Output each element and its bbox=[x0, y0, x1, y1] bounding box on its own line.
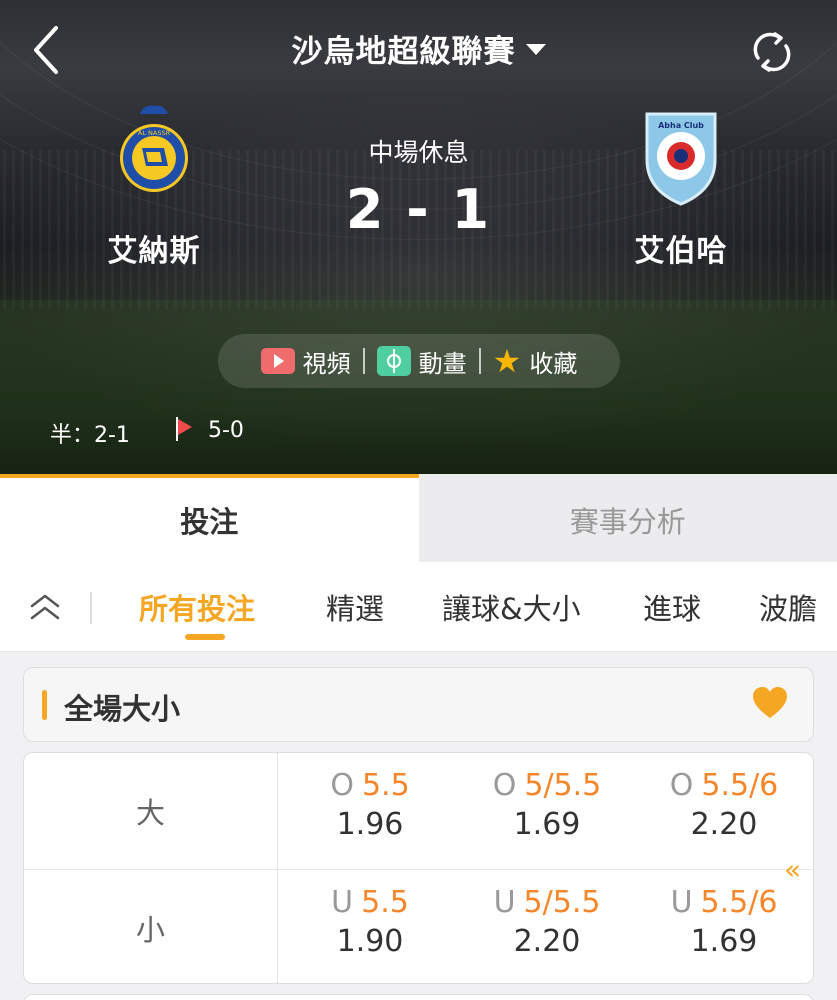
odds-price: 1.69 bbox=[690, 924, 758, 959]
tab-all-bets[interactable]: 所有投注 bbox=[139, 586, 255, 628]
half-time-score: 半：2-1 bbox=[50, 423, 130, 448]
odds-prefix: O bbox=[330, 768, 354, 803]
tab-featured[interactable]: 精選 bbox=[326, 586, 384, 628]
main-tabs: 投注 賽事分析 bbox=[0, 474, 837, 562]
odds-prefix: O bbox=[492, 768, 517, 803]
odds-table: 大 O 5.5 1.96 O 5/5.5 1.69 O 5.5/6 2.20 小 U5… bbox=[23, 752, 814, 984]
corner-flag-icon bbox=[174, 417, 196, 443]
odds-row-under: 小 U 5.5 1.90 U 5/5.5 2.20 U 5.5/6 1.69 bbox=[24, 869, 813, 983]
odds-cell[interactable]: U 5.5/6 1.69 bbox=[635, 884, 813, 962]
video-label: 視頻 bbox=[302, 349, 351, 378]
animation-icon bbox=[376, 346, 411, 376]
odds-cell[interactable]: U 5.5 1.90 bbox=[281, 884, 459, 962]
scroll-right-hint[interactable]: « bbox=[784, 853, 801, 886]
match-score: 2 - 1 bbox=[345, 178, 492, 241]
market-header[interactable]: 全場大小 bbox=[23, 667, 814, 742]
odds-line: 5/5.5 bbox=[523, 885, 601, 920]
favorite-label: 收藏 bbox=[529, 349, 578, 378]
odds-prefix: O bbox=[669, 768, 694, 803]
row-label-under: 小 bbox=[24, 870, 278, 983]
video-button[interactable]: 視頻 bbox=[251, 344, 361, 379]
collapse-button[interactable] bbox=[28, 592, 62, 622]
corner-count-value: 5-0 bbox=[208, 417, 244, 443]
bet-category-tabs: 所有投注 精選 讓球&大小 進球 波膽 bbox=[0, 562, 837, 652]
tab-match-analysis[interactable]: 賽事分析 bbox=[418, 474, 837, 562]
refresh-icon bbox=[753, 32, 791, 72]
animation-label: 動畫 bbox=[418, 349, 467, 378]
odds-line: 5.5 bbox=[361, 885, 409, 920]
odds-price: 1.96 bbox=[336, 807, 404, 842]
tab-betting[interactable]: 投注 bbox=[0, 474, 419, 562]
odds-line: 5.5 bbox=[361, 768, 410, 803]
accent-bar bbox=[42, 690, 47, 720]
dropdown-caret-icon bbox=[525, 44, 546, 55]
market-title: 全場大小 bbox=[64, 692, 181, 726]
odds-prefix: U bbox=[670, 885, 693, 920]
odds-line: 5.5/6 bbox=[700, 885, 778, 920]
refresh-button[interactable] bbox=[748, 28, 796, 76]
star-icon: ★ bbox=[492, 342, 522, 380]
league-title: 沙烏地超級聯賽 bbox=[291, 34, 516, 70]
odds-line: 5/5.5 bbox=[524, 768, 602, 803]
video-icon bbox=[260, 348, 295, 374]
active-tab-indicator bbox=[185, 634, 225, 640]
divider bbox=[362, 348, 365, 374]
odds-line: 5.5/6 bbox=[701, 768, 779, 803]
odds-cell[interactable]: O 5.5/6 2.20 bbox=[635, 767, 813, 845]
favorite-button[interactable]: ★ 收藏 bbox=[483, 344, 588, 379]
animation-button[interactable]: 動畫 bbox=[367, 344, 477, 379]
odds-prefix: U bbox=[331, 885, 354, 920]
row-label-over: 大 bbox=[24, 753, 278, 869]
odds-price: 2.20 bbox=[513, 924, 581, 959]
collapse-up-icon bbox=[30, 594, 60, 620]
heart-icon[interactable] bbox=[752, 686, 788, 720]
odds-cell[interactable]: O 5/5.5 1.69 bbox=[458, 767, 636, 845]
match-header: 沙烏地超級聯賽 AL NASSR 艾納斯 Abha Club 艾伯哈 中場休息 … bbox=[0, 0, 837, 474]
odds-price: 2.20 bbox=[690, 807, 758, 842]
odds-price: 1.69 bbox=[513, 807, 581, 842]
svg-text:Abha Club: Abha Club bbox=[658, 121, 704, 130]
divider bbox=[478, 348, 481, 374]
odds-row-over: 大 O 5.5 1.96 O 5/5.5 1.69 O 5.5/6 2.20 bbox=[24, 753, 813, 869]
odds-cell[interactable]: O 5.5 1.96 bbox=[281, 767, 459, 845]
tab-handicap-over-under[interactable]: 讓球&大小 bbox=[442, 586, 581, 628]
tab-goals[interactable]: 進球 bbox=[643, 586, 701, 628]
media-bar: 視頻 動畫 ★ 收藏 bbox=[218, 334, 620, 388]
divider bbox=[90, 592, 92, 624]
odds-prefix: U bbox=[493, 885, 516, 920]
tab-correct-score[interactable]: 波膽 bbox=[759, 586, 817, 628]
odds-cell[interactable]: U 5/5.5 2.20 bbox=[458, 884, 636, 962]
corner-count: 5-0 bbox=[174, 417, 244, 443]
next-market-card bbox=[23, 994, 814, 1000]
odds-price: 1.90 bbox=[336, 924, 404, 959]
league-selector[interactable]: 沙烏地超級聯賽 bbox=[0, 26, 837, 71]
match-status: 中場休息 bbox=[368, 138, 469, 167]
